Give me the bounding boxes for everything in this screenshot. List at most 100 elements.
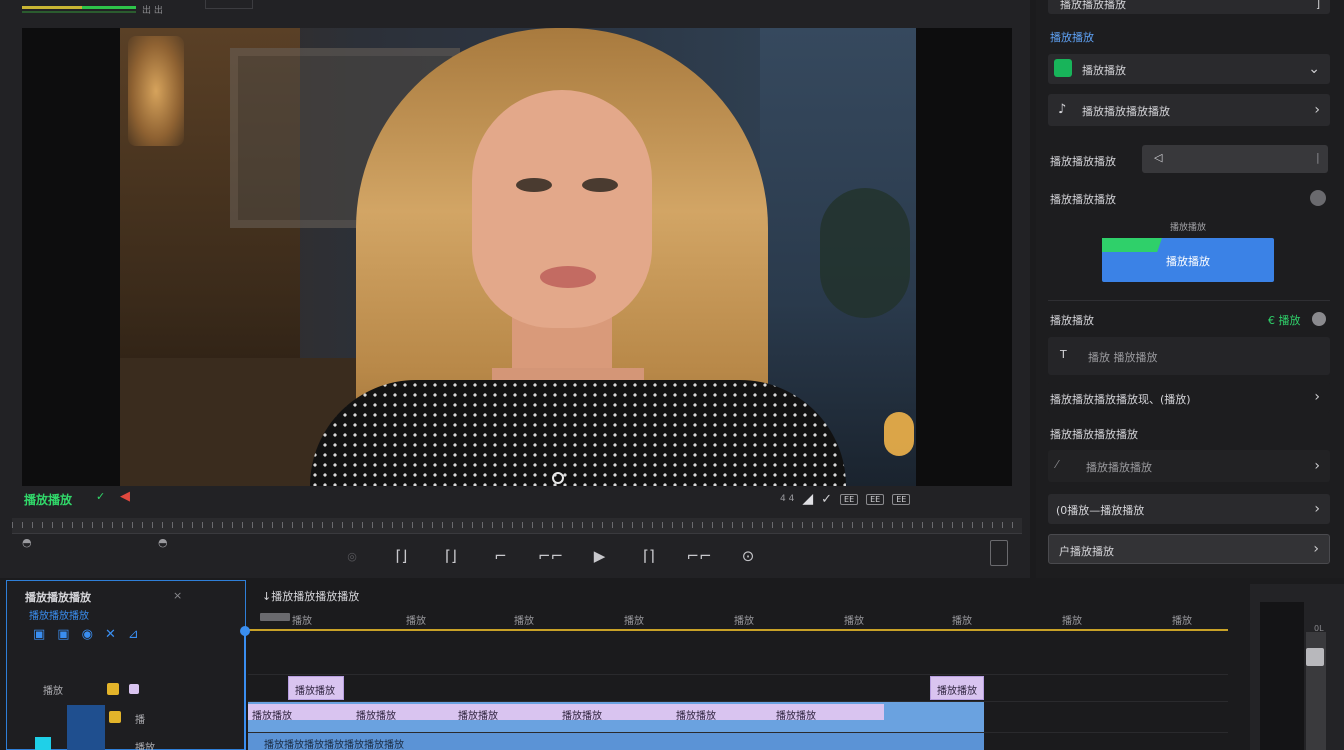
project-subtitle[interactable]: 播放播放播放 xyxy=(29,607,89,622)
track-selected-block[interactable] xyxy=(67,705,105,750)
option-row-3-label: 播放播放播放播放现、(播放) xyxy=(1050,393,1191,406)
close-icon[interactable]: × xyxy=(173,589,182,602)
level-meter-base xyxy=(22,11,136,13)
voice-row[interactable]: ♪ 播放播放播放播放 › xyxy=(1048,94,1330,126)
section-label: 播放播放 xyxy=(1050,31,1094,44)
option-row-6[interactable]: 户播放播放 › xyxy=(1048,534,1330,564)
preset-button[interactable]: 播放播放 xyxy=(1102,238,1274,282)
crop-icon[interactable]: ⌐ xyxy=(489,547,513,565)
audio-meter xyxy=(1260,602,1304,750)
slider-value: ◁ xyxy=(1154,151,1163,164)
chevron-down-icon: ⌄ xyxy=(1308,61,1320,77)
chevron-right-icon: › xyxy=(1314,458,1320,474)
viewer-transport-bar: 播放播放 ✓ ◀ 4 4 ◢ ✓ EE EE EE xyxy=(0,486,1030,512)
fullscreen-icon[interactable] xyxy=(990,540,1008,566)
overlay-badge[interactable]: EE xyxy=(892,493,911,505)
inspector-top-row[interactable]: 播放播放播放 ⌋ xyxy=(1048,0,1330,14)
tick-label: 播放 xyxy=(1062,616,1082,627)
tick-label: 播放 xyxy=(624,616,644,627)
loop-icon[interactable]: ◎ xyxy=(340,550,364,563)
lock-icon[interactable]: ▣ xyxy=(33,627,45,642)
project-title: 播放播放播放 xyxy=(25,591,91,604)
video-clip-label: 播放播放 xyxy=(676,711,716,722)
top-field[interactable] xyxy=(205,0,253,9)
style-select[interactable]: 播放播放 ⌄ xyxy=(1048,54,1330,84)
video-track-color[interactable] xyxy=(109,711,121,723)
playhead-range[interactable] xyxy=(260,613,290,621)
video-clip-label: 播放播放 xyxy=(458,711,498,722)
tick-label: 播放 xyxy=(292,616,312,627)
timecode-suffix: ✓ xyxy=(96,490,106,503)
timecode-display: 播放播放 xyxy=(24,493,73,507)
inspector-top-label: 播放播放播放 xyxy=(1060,0,1126,11)
track-color-yellow[interactable] xyxy=(107,683,119,695)
tick-label: 播放 xyxy=(514,616,534,627)
mark-in-icon[interactable]: ◓ xyxy=(22,536,32,549)
viewer-top-bar: 出 出 xyxy=(0,0,1030,22)
frame-icon[interactable]: ⌈⌉ xyxy=(637,547,661,565)
tick-label: 播放 xyxy=(844,616,864,627)
project-icon-bar: ▣ ▣ ◉ ✕ ⊿ xyxy=(33,627,139,642)
audio-track-label: 播放 xyxy=(135,743,155,750)
top-readout: 出 出 xyxy=(142,6,163,16)
audio-meters-panel: 0L xyxy=(1250,584,1344,750)
ratio-icon[interactable]: ⌐⌐ xyxy=(687,547,712,565)
camera-icon[interactable]: ▶ xyxy=(588,547,612,565)
quality-badge[interactable]: EE xyxy=(840,493,859,505)
playhead-line[interactable] xyxy=(244,630,246,750)
text-input-field[interactable]: T 播放 播放播放 xyxy=(1048,337,1330,375)
preview-stage[interactable] xyxy=(22,28,1012,486)
record-icon[interactable]: ◀ xyxy=(120,489,130,504)
audio-track-color[interactable] xyxy=(35,737,51,750)
link-icon[interactable]: ⊿ xyxy=(128,627,139,642)
safe-zone-badge[interactable]: EE xyxy=(866,493,885,505)
slider-handle[interactable]: | xyxy=(1316,151,1320,164)
chevron-right-icon: › xyxy=(1314,501,1320,517)
section2-toggle[interactable] xyxy=(1312,312,1326,326)
level-meter-green xyxy=(82,6,136,9)
section2-meta: € 播放 xyxy=(1268,314,1301,327)
text-icon: T xyxy=(1060,348,1067,361)
audio-clip[interactable]: 播放播放播放播放播放播放播放 xyxy=(248,733,984,750)
viewer-scrub-ruler[interactable] xyxy=(12,518,1022,534)
style-swatch-icon xyxy=(1054,59,1072,77)
collapse-toggle[interactable] xyxy=(1310,190,1326,206)
video-editor-window: 出 出 播放播放 ✓ ◀ 4 4 ◢ ✓ EE EE EE ◓ ◓ ◎ ⌈⌋ ⌈… xyxy=(0,0,1344,750)
label-clip[interactable]: 播放播放 xyxy=(930,676,984,700)
eye-icon[interactable]: ◉ xyxy=(82,627,93,642)
inspector-panel: 播放播放播放 ⌋ 播放播放 播放播放 ⌄ ♪ 播放播放播放播放 › 播放播放播放… xyxy=(1036,0,1344,578)
snapshot-icon[interactable]: ⊙ xyxy=(736,547,760,565)
option-row-5[interactable]: (0播放—播放播放 › xyxy=(1048,494,1330,524)
tick-label: 播放 xyxy=(406,616,426,627)
split-icon[interactable]: ⌐⌐ xyxy=(538,547,563,565)
playhead-handle[interactable] xyxy=(240,626,250,636)
track-color-lilac[interactable] xyxy=(129,684,139,694)
option-row-4[interactable]: ⁄ 播放播放播放 › xyxy=(1048,450,1330,482)
mute-icon[interactable]: ✕ xyxy=(105,627,116,642)
fit-icon[interactable]: ◢ xyxy=(802,491,813,507)
video-clip-label: 播放播放 xyxy=(252,711,292,722)
timeline-ruler[interactable]: 播放 播放 播放 播放 播放 播放 播放 播放 播放 xyxy=(248,610,1228,630)
trim-start-icon[interactable]: ⌈⌋ xyxy=(390,547,414,565)
value-slider[interactable]: ◁ | xyxy=(1142,145,1328,173)
option-row-5-label: (0播放—播放播放 xyxy=(1056,504,1145,517)
voice-row-label: 播放播放播放播放 xyxy=(1082,105,1170,118)
work-area-bar[interactable] xyxy=(246,629,1228,631)
label-clip[interactable]: 播放播放 xyxy=(288,676,344,700)
track-label: 播放 xyxy=(43,686,63,697)
audio-clip-label: 播放播放播放播放播放播放播放 xyxy=(264,740,404,750)
option-row-3[interactable]: 播放播放播放播放现、(播放) › xyxy=(1048,381,1330,413)
trim-end-icon[interactable]: ⌈⌋ xyxy=(439,547,463,565)
mark-out-icon[interactable]: ◓ xyxy=(158,536,168,549)
input-placeholder: 播放 播放播放 xyxy=(1088,351,1158,364)
layers-icon[interactable]: ▣ xyxy=(57,627,69,642)
section2-label: 播放播放 xyxy=(1050,314,1094,327)
tick-label: 播放 xyxy=(1172,616,1192,627)
viewer-toolbar: ◎ ⌈⌋ ⌈⌋ ⌐ ⌐⌐ ▶ ⌈⌉ ⌐⌐ ⊙ xyxy=(340,544,760,568)
preview-frame-image xyxy=(120,28,916,486)
check-icon[interactable]: ✓ xyxy=(821,492,832,507)
preview-viewer: 出 出 播放播放 ✓ ◀ 4 4 ◢ ✓ EE EE EE ◓ ◓ ◎ ⌈⌋ ⌈… xyxy=(0,0,1030,578)
video-clip[interactable]: 播放播放 播放播放 播放播放 播放播放 播放播放 播放播放 xyxy=(248,702,984,732)
scrollbar-thumb[interactable] xyxy=(1306,648,1324,666)
timeline-header: ↓播放播放播放播放 xyxy=(262,590,360,603)
